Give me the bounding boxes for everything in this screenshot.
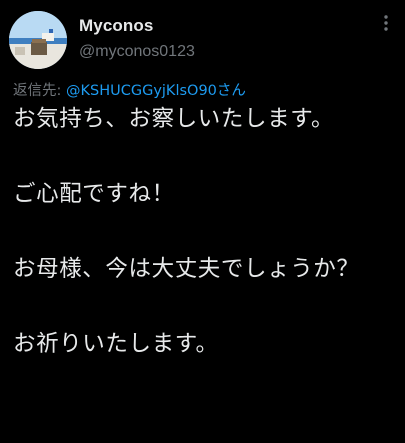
tweet-paragraph-blank	[13, 214, 399, 252]
reply-context: 返信先: @KSHUCGGyjKlsO90さん	[13, 79, 246, 100]
tweet-body: お気持ち、お察しいたします。 ご心配ですね！ お母様、今は大丈夫でしょうか？ お…	[13, 101, 399, 364]
reply-target-link[interactable]: @KSHUCGGyjKlsO90さん	[66, 83, 246, 99]
avatar-image	[9, 11, 67, 69]
tweet-paragraph: お気持ち、お察しいたします。	[13, 106, 335, 132]
more-vertical-icon[interactable]	[377, 14, 395, 32]
tweet-paragraph-blank	[13, 139, 399, 177]
tweet-paragraph: ご心配ですね！	[13, 181, 175, 207]
tweet-paragraph-blank	[13, 289, 399, 327]
avatar[interactable]	[9, 11, 67, 69]
tweet-paragraph: お祈りいたします。	[13, 331, 219, 357]
reply-prefix: 返信先:	[13, 83, 66, 99]
user-handle[interactable]: @myconos0123	[79, 43, 195, 61]
display-name[interactable]: Myconos	[79, 16, 153, 36]
tweet-paragraph: お母様、今は大丈夫でしょうか？	[13, 256, 360, 282]
